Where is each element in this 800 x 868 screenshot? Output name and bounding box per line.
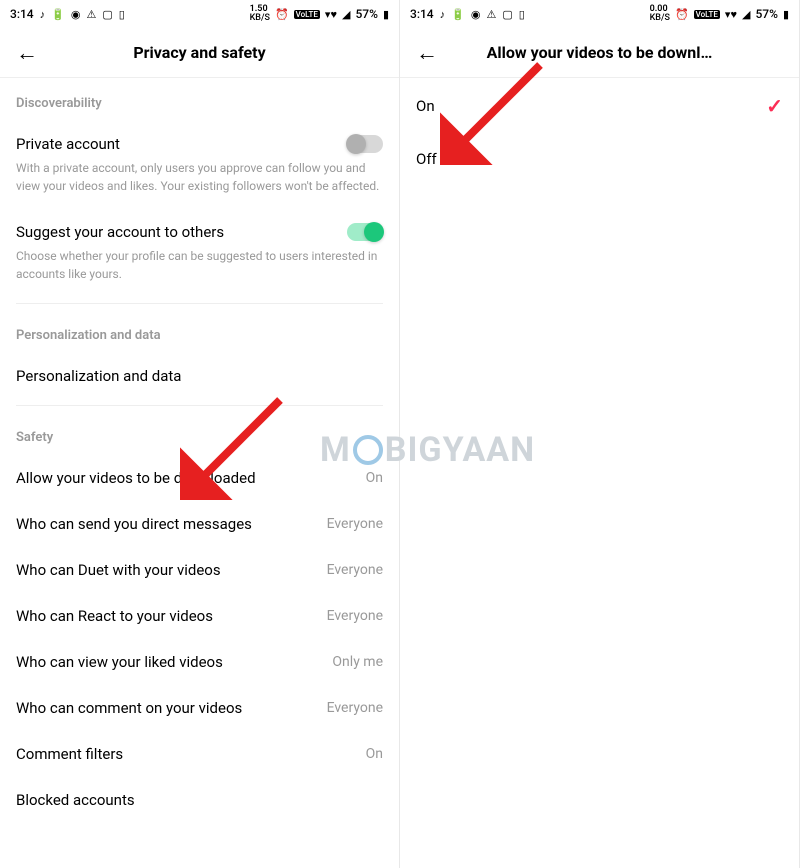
status-bar: 3:14 ♪ 🔋 ◉ ⚠ ▢ ▯ 1.50KB/S ⏰ VoLTE ▾♥ ◢ 5… <box>0 0 399 28</box>
option-on-label: On <box>416 97 435 115</box>
filters-label: Comment filters <box>16 745 123 763</box>
alarm-icon: ⏰ <box>275 8 289 21</box>
duet-value: Everyone <box>327 562 383 578</box>
liked-value: Only me <box>332 654 383 670</box>
row-personalization[interactable]: Personalization and data <box>16 353 383 399</box>
screen-privacy: 3:14 ♪ 🔋 ◉ ⚠ ▢ ▯ 1.50KB/S ⏰ VoLTE ▾♥ ◢ 5… <box>0 0 400 868</box>
battery-percent: 57% <box>755 7 777 21</box>
notif-icon: ▯ <box>519 8 525 21</box>
battery-icon: 🔋 <box>51 8 65 21</box>
battery-bar-icon: ▮ <box>783 8 789 21</box>
volte-icon: VoLTE <box>694 10 720 19</box>
section-discoverability: Discoverability <box>16 78 383 121</box>
liked-label: Who can view your liked videos <box>16 653 223 671</box>
filters-value: On <box>366 746 383 762</box>
warning-icon: ⚠ <box>486 8 496 21</box>
status-time: 3:14 <box>10 7 34 21</box>
data-speed: 1.50KB/S <box>250 5 270 23</box>
react-label: Who can React to your videos <box>16 607 213 625</box>
image-icon: ▢ <box>502 8 512 21</box>
wifi-icon: ▾♥ <box>725 8 737 21</box>
divider <box>16 405 383 406</box>
status-bar: 3:14 ♪ 🔋 ◉ ⚠ ▢ ▯ 0.00KB/S ⏰ VoLTE ▾♥ ◢ 5… <box>400 0 799 28</box>
back-button[interactable]: ← <box>16 40 38 66</box>
camera-icon: ◉ <box>71 8 81 21</box>
dm-label: Who can send you direct messages <box>16 515 252 533</box>
divider <box>16 303 383 304</box>
row-liked-videos[interactable]: Who can view your liked videos Only me <box>16 639 383 685</box>
react-value: Everyone <box>327 608 383 624</box>
signal-icon: ◢ <box>742 8 750 21</box>
status-time: 3:14 <box>410 7 434 21</box>
comment-label: Who can comment on your videos <box>16 699 242 717</box>
data-speed: 0.00KB/S <box>650 5 670 23</box>
notif-icon: ▯ <box>119 8 125 21</box>
row-blocked[interactable]: Blocked accounts <box>16 777 383 823</box>
blocked-label: Blocked accounts <box>16 791 135 809</box>
music-icon: ♪ <box>40 8 46 21</box>
checkmark-icon: ✓ <box>766 94 783 118</box>
row-comment[interactable]: Who can comment on your videos Everyone <box>16 685 383 731</box>
toggle-suggest-account[interactable] <box>347 223 383 241</box>
personalization-label: Personalization and data <box>16 367 181 385</box>
private-account-desc: With a private account, only users you a… <box>16 159 383 209</box>
row-duet[interactable]: Who can Duet with your videos Everyone <box>16 547 383 593</box>
option-off[interactable]: Off <box>400 134 799 184</box>
camera-icon: ◉ <box>471 8 481 21</box>
suggest-account-desc: Choose whether your profile can be sugge… <box>16 247 383 297</box>
toggle-private-account[interactable] <box>347 135 383 153</box>
header: ← Privacy and safety <box>0 28 399 78</box>
option-on[interactable]: On ✓ <box>400 78 799 134</box>
battery-percent: 57% <box>355 7 377 21</box>
row-react[interactable]: Who can React to your videos Everyone <box>16 593 383 639</box>
signal-icon: ◢ <box>342 8 350 21</box>
header: ← Allow your videos to be downl… <box>400 28 799 78</box>
allow-download-value: On <box>366 470 383 486</box>
wifi-icon: ▾♥ <box>325 8 337 21</box>
back-button[interactable]: ← <box>416 40 438 66</box>
comment-value: Everyone <box>327 700 383 716</box>
battery-bar-icon: ▮ <box>383 8 389 21</box>
duet-label: Who can Duet with your videos <box>16 561 221 579</box>
music-icon: ♪ <box>440 8 446 21</box>
section-safety: Safety <box>16 412 383 455</box>
dm-value: Everyone <box>327 516 383 532</box>
row-allow-download[interactable]: Allow your videos to be downloaded On <box>16 455 383 501</box>
battery-icon: 🔋 <box>451 8 465 21</box>
warning-icon: ⚠ <box>86 8 96 21</box>
image-icon: ▢ <box>102 8 112 21</box>
row-comment-filters[interactable]: Comment filters On <box>16 731 383 777</box>
option-off-label: Off <box>416 150 437 168</box>
page-title: Privacy and safety <box>16 43 383 62</box>
suggest-account-label: Suggest your account to others <box>16 223 224 241</box>
page-title: Allow your videos to be downl… <box>416 43 783 62</box>
volte-icon: VoLTE <box>294 10 320 19</box>
private-account-label: Private account <box>16 135 120 153</box>
allow-download-label: Allow your videos to be downloaded <box>16 469 256 487</box>
alarm-icon: ⏰ <box>675 8 689 21</box>
row-direct-messages[interactable]: Who can send you direct messages Everyon… <box>16 501 383 547</box>
section-personalization: Personalization and data <box>16 310 383 353</box>
screen-download-options: 3:14 ♪ 🔋 ◉ ⚠ ▢ ▯ 0.00KB/S ⏰ VoLTE ▾♥ ◢ 5… <box>400 0 800 868</box>
